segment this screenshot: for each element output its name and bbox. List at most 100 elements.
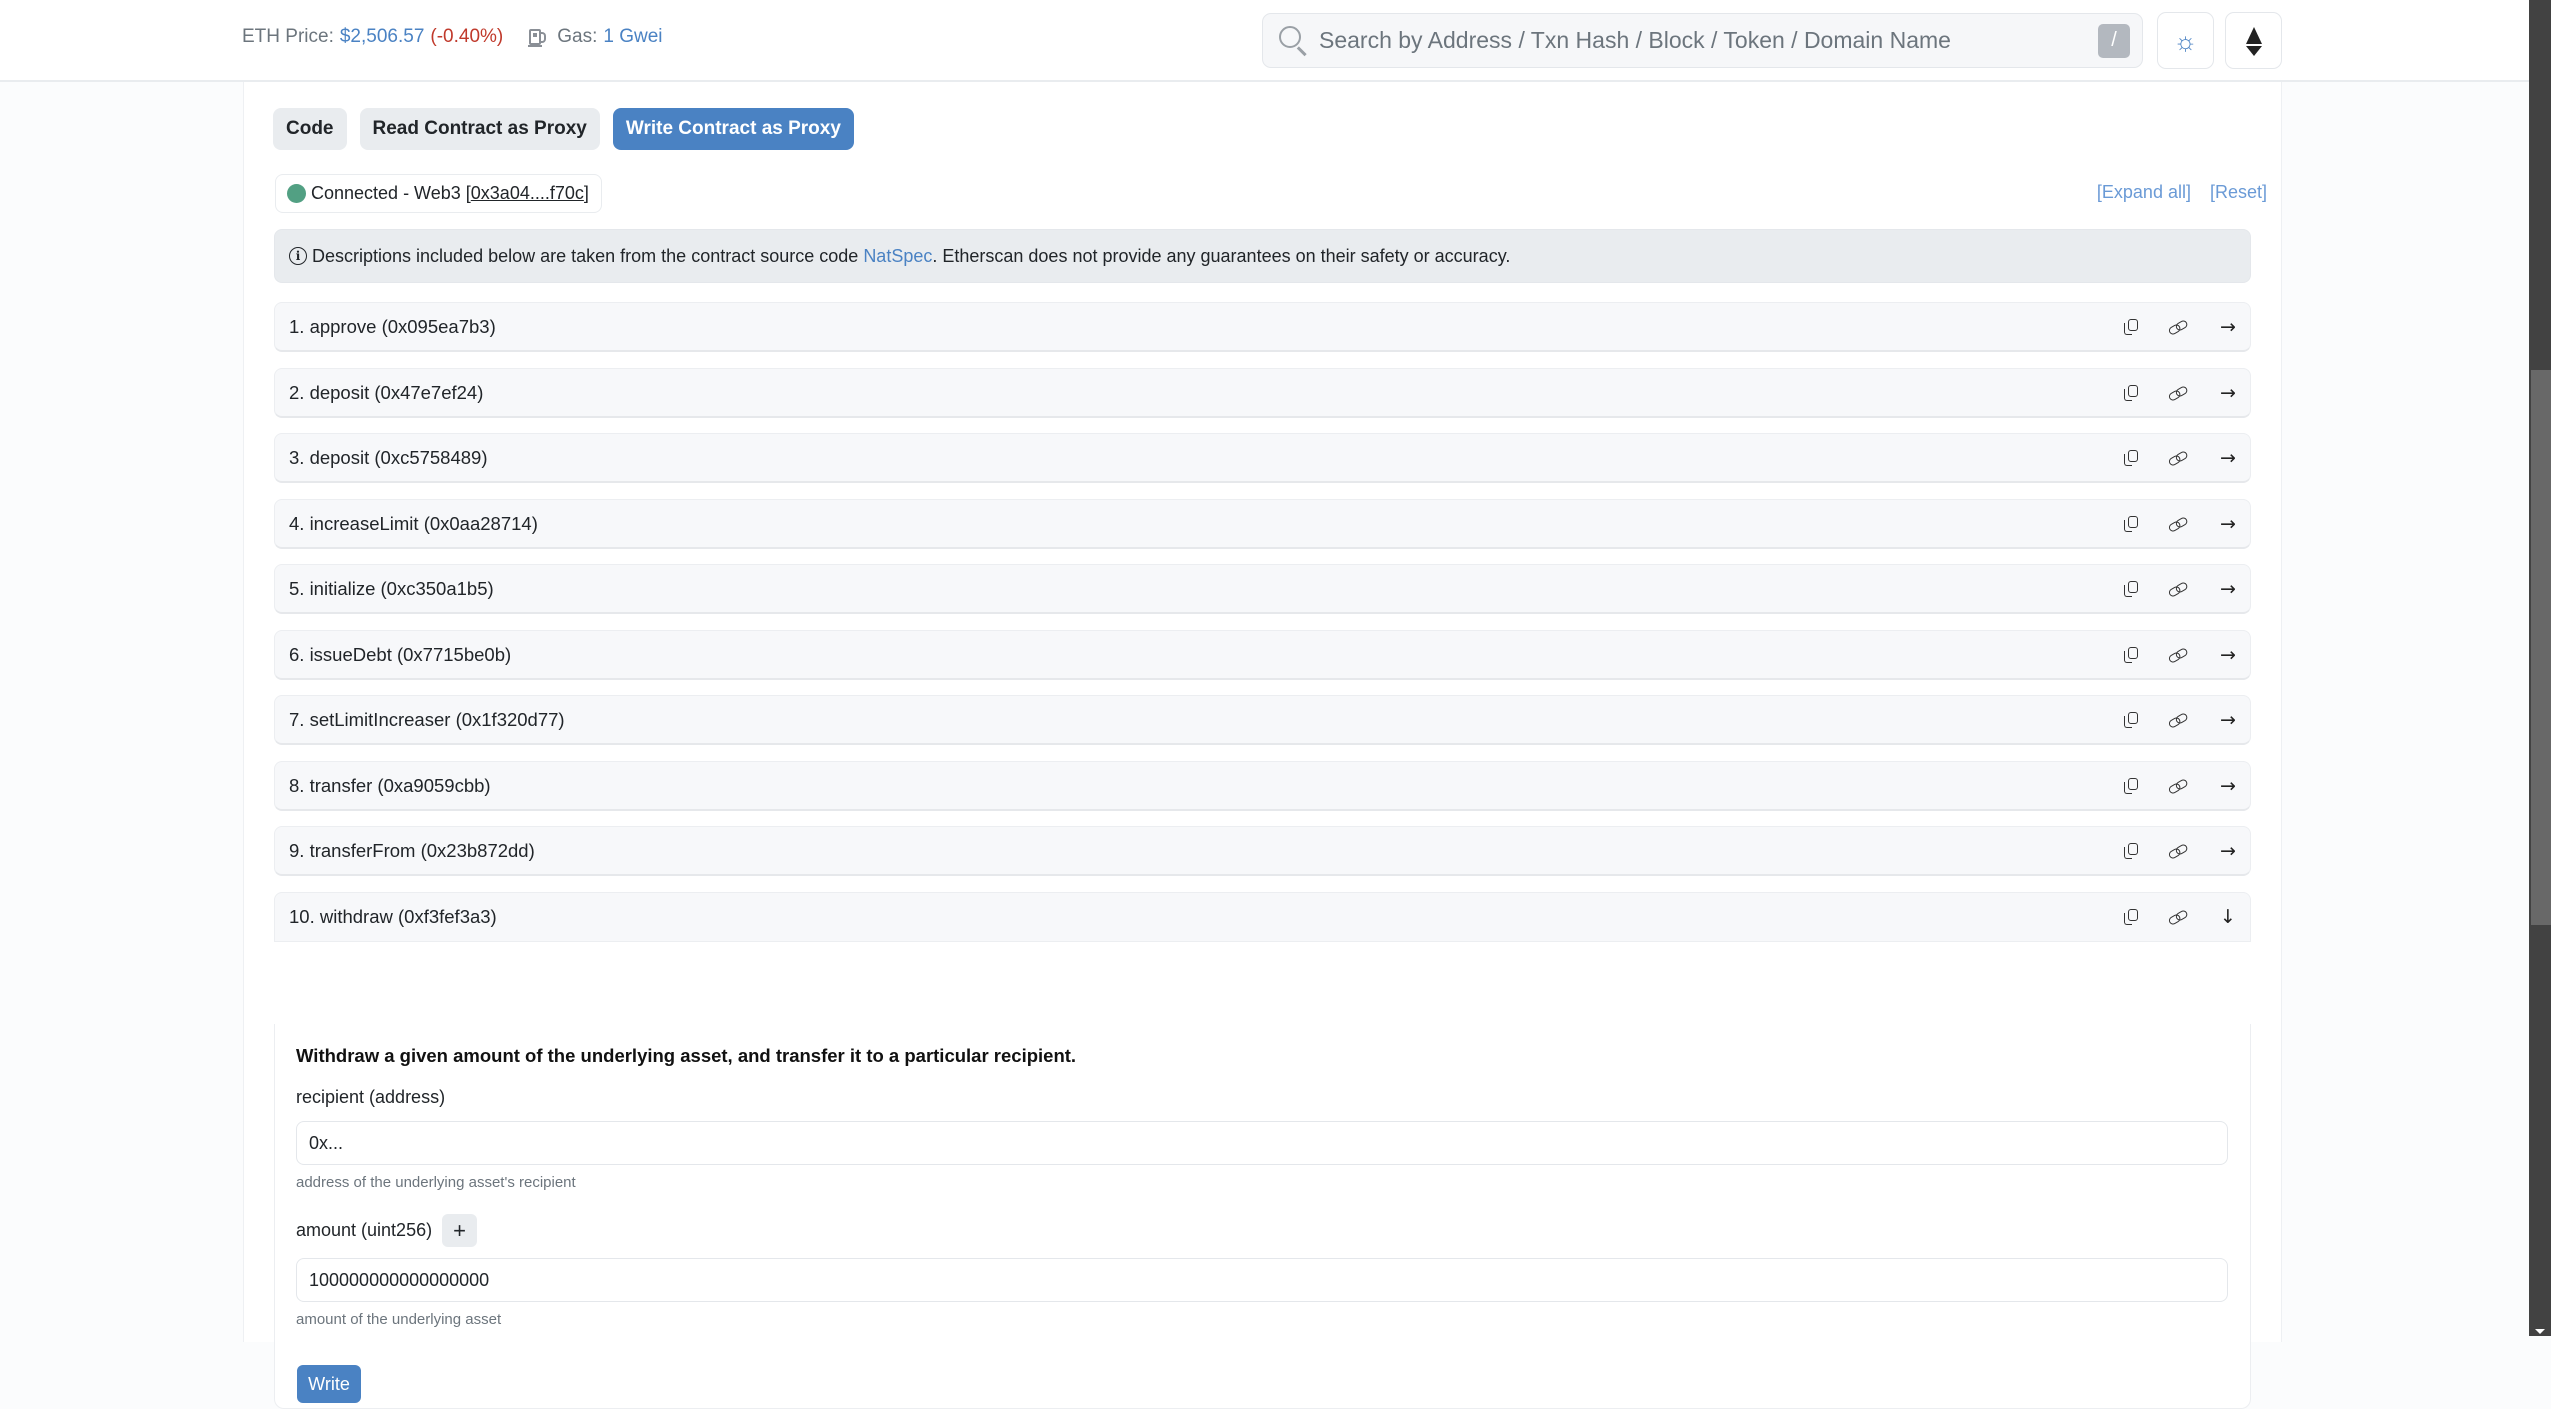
copy-icon[interactable] bbox=[2124, 515, 2138, 532]
copy-icon[interactable] bbox=[2124, 449, 2138, 466]
function-row[interactable]: 2. deposit (0x47e7ef24) → bbox=[274, 368, 2251, 418]
gas-pump-icon bbox=[528, 27, 547, 47]
amount-hint: amount of the underlying asset bbox=[296, 1311, 502, 1328]
recipient-hint: address of the underlying asset's recipi… bbox=[296, 1174, 576, 1191]
gas-label: Gas: bbox=[557, 26, 598, 47]
amount-multiplier-button[interactable]: + bbox=[442, 1214, 478, 1247]
info-icon: i bbox=[289, 247, 307, 265]
eth-price-label: ETH Price: bbox=[242, 26, 334, 47]
function-name: 3. deposit (0xc5758489) bbox=[289, 446, 488, 468]
link-icon[interactable] bbox=[2165, 707, 2192, 732]
link-icon[interactable] bbox=[2165, 380, 2192, 405]
copy-icon[interactable] bbox=[2124, 646, 2138, 663]
page-scrollbar[interactable] bbox=[2529, 0, 2551, 1336]
function-name: 7. setLimitIncreaser (0x1f320d77) bbox=[289, 708, 565, 730]
reset-link[interactable]: [Reset] bbox=[2210, 182, 2267, 203]
search-input[interactable] bbox=[1311, 14, 2098, 67]
function-row[interactable]: 1. approve (0x095ea7b3) → bbox=[274, 302, 2251, 352]
function-name: 10. withdraw (0xf3fef3a3) bbox=[289, 906, 497, 927]
arrow-right-icon[interactable]: → bbox=[2220, 840, 2236, 862]
arrow-right-icon[interactable]: → bbox=[2220, 775, 2236, 797]
function-name: 6. issueDebt (0x7715be0b) bbox=[289, 643, 512, 665]
amount-label-text: amount (uint256) bbox=[296, 1220, 433, 1240]
copy-icon[interactable] bbox=[2124, 318, 2138, 335]
connected-address-link[interactable]: 0x3a04....f70c bbox=[471, 183, 584, 204]
arrow-right-icon[interactable]: → bbox=[2220, 447, 2236, 469]
tab-read-contract-proxy[interactable]: Read Contract as Proxy bbox=[359, 108, 600, 150]
link-icon[interactable] bbox=[2165, 838, 2192, 863]
arrow-right-icon[interactable]: → bbox=[2220, 578, 2236, 600]
function-row-actions: → bbox=[2124, 775, 2236, 797]
theme-toggle-button[interactable]: ☼ bbox=[2157, 12, 2214, 69]
function-name: 8. transfer (0xa9059cbb) bbox=[289, 774, 491, 796]
link-icon[interactable] bbox=[2165, 905, 2192, 930]
function-row-actions: → bbox=[2124, 644, 2236, 666]
link-icon[interactable] bbox=[2165, 773, 2192, 798]
eth-price-change: (-0.40%) bbox=[430, 26, 504, 47]
function-name: 9. transferFrom (0x23b872dd) bbox=[289, 839, 535, 861]
function-row[interactable]: 4. increaseLimit (0x0aa28714) → bbox=[274, 499, 2251, 549]
function-name: 5. initialize (0xc350a1b5) bbox=[289, 577, 494, 599]
arrow-right-icon[interactable]: → bbox=[2220, 644, 2236, 666]
scroll-down-arrow-icon[interactable] bbox=[2535, 1329, 2545, 1334]
function-row-actions: → bbox=[2124, 382, 2236, 404]
natspec-link[interactable]: NatSpec bbox=[863, 246, 932, 267]
function-row-actions: → bbox=[2124, 513, 2236, 535]
function-name: 1. approve (0x095ea7b3) bbox=[289, 315, 496, 337]
link-icon[interactable] bbox=[2165, 445, 2192, 470]
natspec-notice: i Descriptions included below are taken … bbox=[274, 229, 2251, 283]
ethereum-icon bbox=[2245, 26, 2262, 56]
search-icon bbox=[1277, 24, 1311, 58]
copy-icon[interactable] bbox=[2124, 777, 2138, 794]
function-name: 2. deposit (0x47e7ef24) bbox=[289, 381, 484, 403]
function-row[interactable]: 8. transfer (0xa9059cbb) → bbox=[274, 761, 2251, 811]
arrow-down-icon[interactable]: ↓ bbox=[2220, 906, 2236, 928]
price-bar: ETH Price: $2,506.57 (-0.40%) Gas: 1 Gwe… bbox=[242, 26, 663, 48]
expand-all-link[interactable]: [Expand all] bbox=[2097, 182, 2191, 203]
arrow-right-icon[interactable]: → bbox=[2220, 513, 2236, 535]
arrow-right-icon[interactable]: → bbox=[2220, 709, 2236, 731]
amount-param-label: amount (uint256) + bbox=[296, 1214, 478, 1247]
copy-icon[interactable] bbox=[2124, 842, 2138, 859]
function-row-actions: → bbox=[2124, 578, 2236, 600]
function-row[interactable]: 10. withdraw (0xf3fef3a3) ↓ bbox=[274, 892, 2251, 942]
notice-text-before: Descriptions included below are taken fr… bbox=[312, 245, 859, 266]
recipient-param-label: recipient (address) bbox=[296, 1087, 445, 1108]
link-icon[interactable] bbox=[2165, 642, 2192, 667]
eth-price-value[interactable]: $2,506.57 bbox=[340, 26, 425, 48]
link-icon[interactable] bbox=[2165, 576, 2192, 601]
function-row[interactable]: 3. deposit (0xc5758489) → bbox=[274, 433, 2251, 483]
link-icon[interactable] bbox=[2165, 314, 2192, 339]
gas-value[interactable]: 1 Gwei bbox=[603, 26, 662, 48]
function-row[interactable]: 7. setLimitIncreaser (0x1f320d77) → bbox=[274, 695, 2251, 745]
top-header: ETH Price: $2,506.57 (-0.40%) Gas: 1 Gwe… bbox=[0, 0, 2529, 82]
search-box: / bbox=[1262, 13, 2143, 68]
recipient-input[interactable] bbox=[296, 1121, 2228, 1165]
copy-icon[interactable] bbox=[2124, 711, 2138, 728]
function-row[interactable]: 5. initialize (0xc350a1b5) → bbox=[274, 564, 2251, 614]
function-row-actions: ↓ bbox=[2124, 906, 2236, 928]
write-button[interactable]: Write bbox=[297, 1365, 361, 1403]
search-shortcut-key: / bbox=[2098, 23, 2130, 58]
function-description: Withdraw a given amount of the underlyin… bbox=[296, 1045, 1077, 1066]
function-row[interactable]: 9. transferFrom (0x23b872dd) → bbox=[274, 826, 2251, 876]
arrow-right-icon[interactable]: → bbox=[2220, 382, 2236, 404]
arrow-right-icon[interactable]: → bbox=[2220, 316, 2236, 338]
link-icon[interactable] bbox=[2165, 511, 2192, 536]
function-row-actions: → bbox=[2124, 709, 2236, 731]
copy-icon[interactable] bbox=[2124, 909, 2138, 925]
contract-card: Code Read Contract as Proxy Write Contra… bbox=[243, 82, 2282, 1409]
copy-icon[interactable] bbox=[2124, 384, 2138, 401]
function-row-actions: → bbox=[2124, 316, 2236, 338]
function-row[interactable]: 6. issueDebt (0x7715be0b) → bbox=[274, 630, 2251, 680]
function-name: 4. increaseLimit (0x0aa28714) bbox=[289, 512, 538, 534]
tab-write-contract-proxy[interactable]: Write Contract as Proxy bbox=[612, 108, 854, 150]
wallet-connection-badge[interactable]: Connected - Web3 [0x3a04....f70c] bbox=[275, 174, 602, 213]
amount-input[interactable] bbox=[296, 1258, 2228, 1302]
scrollbar-thumb[interactable] bbox=[2531, 370, 2551, 925]
tab-code[interactable]: Code bbox=[273, 108, 347, 150]
function-row-actions: → bbox=[2124, 840, 2236, 862]
contract-tabs: Code Read Contract as Proxy Write Contra… bbox=[273, 108, 854, 150]
network-button[interactable] bbox=[2225, 12, 2282, 69]
copy-icon[interactable] bbox=[2124, 580, 2138, 597]
